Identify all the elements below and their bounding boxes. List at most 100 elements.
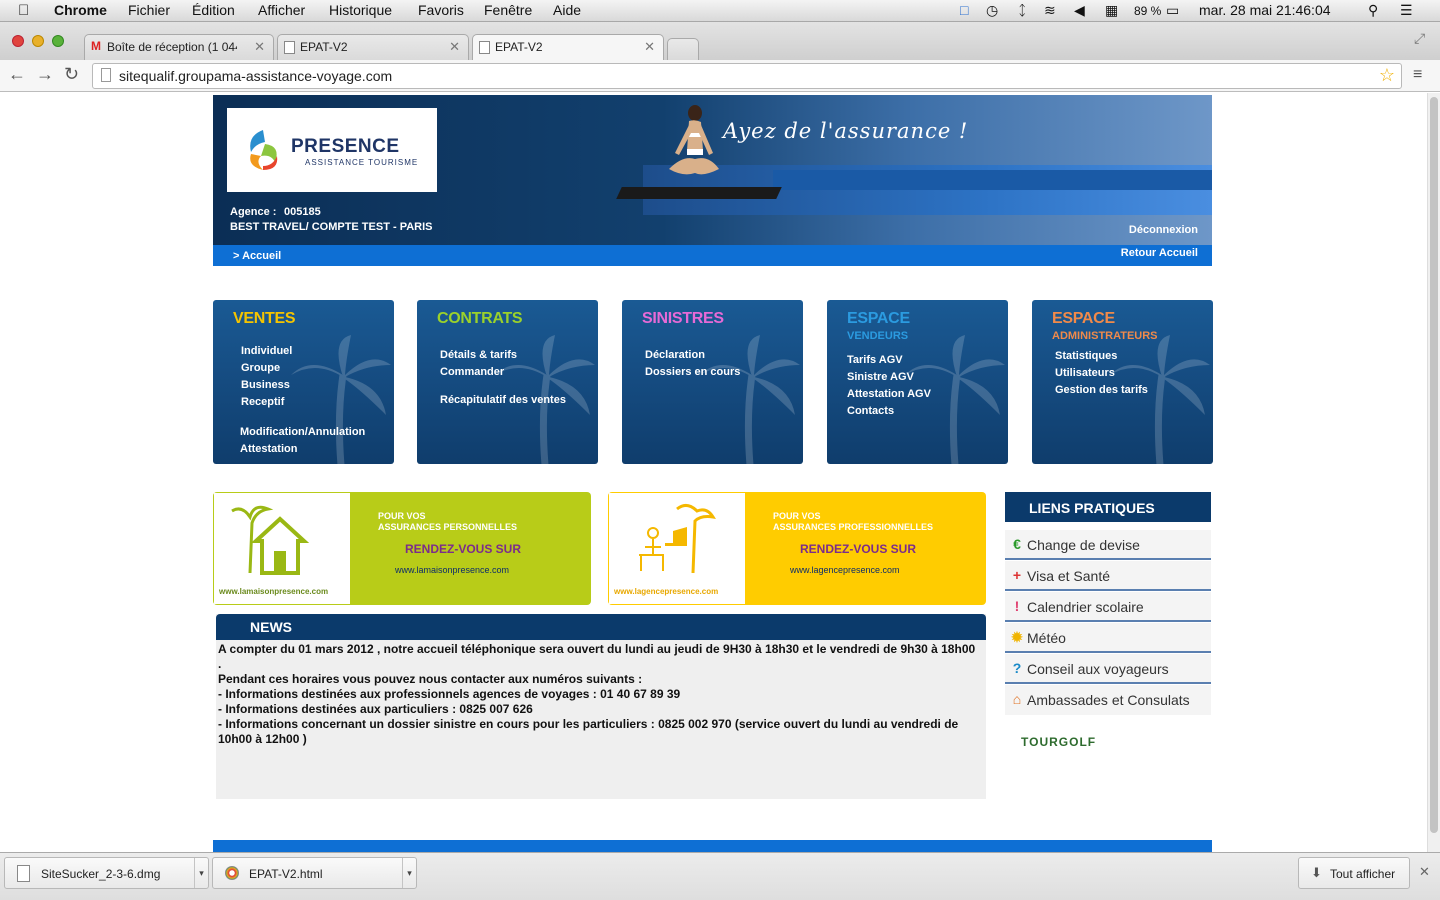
link-commander[interactable]: Commander [440, 366, 504, 378]
menu-fichier[interactable]: Fichier [128, 2, 170, 18]
lien-ambassades[interactable]: ⌂ Ambassades et Consulats [1005, 685, 1211, 715]
link-recapitulatif[interactable]: Récapitulatif des ventes [440, 394, 566, 406]
palm-tree-icon [700, 335, 800, 464]
menu-favoris[interactable]: Favoris [418, 2, 464, 18]
lien-change-devise[interactable]: € Change de devise [1005, 530, 1211, 560]
url-text[interactable]: sitequalif.groupama-assistance-voyage.co… [119, 68, 392, 84]
box-title: ESPACE [847, 310, 910, 327]
liens-title: LIENS PRATIQUES [1029, 500, 1155, 516]
breadcrumb[interactable]: > Accueil [233, 250, 281, 262]
link-modification[interactable]: Modification/Annulation [240, 426, 365, 438]
volume-icon[interactable]: ◀ [1074, 2, 1085, 19]
download-name: EPAT-V2.html [249, 867, 323, 881]
chrome-menu-icon[interactable]: ≡ [1413, 66, 1422, 84]
lien-label: Change de devise [1027, 537, 1140, 553]
menu-boxes: VENTES Individuel Groupe Business Recept… [213, 300, 1213, 465]
banner-agence-presence[interactable]: www.lagencepresence.com POUR VOS ASSURAN… [608, 492, 986, 605]
apple-icon[interactable]:  [18, 2, 29, 19]
link-groupe[interactable]: Groupe [241, 362, 280, 374]
site-footer-bar [213, 840, 1212, 852]
box-espace-vendeurs: ESPACE VENDEURS Tarifs AGV Sinistre AGV … [827, 300, 1008, 464]
chevron-down-icon[interactable]: ▾ [402, 858, 416, 888]
lien-meteo[interactable]: ✹ Météo [1005, 623, 1211, 653]
forward-icon[interactable]: → [36, 64, 54, 85]
retour-accueil-link[interactable]: Retour Accueil [1121, 247, 1198, 259]
link-individuel[interactable]: Individuel [241, 345, 292, 357]
tab-epat-1[interactable]: EPAT-V2 ✕ [277, 34, 469, 60]
banner-url[interactable]: www.lamaisonpresence.com [395, 565, 509, 575]
link-utilisateurs[interactable]: Utilisateurs [1055, 367, 1115, 379]
link-contacts[interactable]: Contacts [847, 405, 894, 417]
new-tab-button[interactable] [667, 38, 699, 60]
tab-gmail[interactable]: M Boîte de réception (1 044) ✕ [84, 34, 274, 60]
star-icon[interactable]: ☆ [1379, 65, 1395, 86]
notification-icon[interactable]: ☰ [1400, 2, 1413, 19]
download-item[interactable]: SiteSucker_2-3-6.dmg ▾ [4, 857, 209, 889]
box-title: CONTRATS [437, 310, 523, 327]
battery-icon[interactable]: ▭ [1166, 2, 1179, 19]
lien-label: Conseil aux voyageurs [1027, 661, 1169, 677]
tourgolf-logo[interactable]: TOURGOLF [1021, 735, 1096, 749]
zoom-button[interactable] [52, 35, 64, 47]
menu-historique[interactable]: Historique [329, 2, 392, 18]
close-icon[interactable]: ✕ [644, 39, 655, 55]
menu-afficher[interactable]: Afficher [258, 2, 305, 18]
download-name: SiteSucker_2-3-6.dmg [41, 867, 161, 881]
bluetooth-icon[interactable]: ᛨ [1018, 2, 1026, 18]
liens-header: LIENS PRATIQUES [1005, 492, 1211, 522]
link-dossiers-en-cours[interactable]: Dossiers en cours [645, 366, 740, 378]
menu-aide[interactable]: Aide [553, 2, 581, 18]
link-details-tarifs[interactable]: Détails & tarifs [440, 349, 517, 361]
desk-icon [639, 504, 716, 574]
lien-conseil-voyageurs[interactable]: ? Conseil aux voyageurs [1005, 654, 1211, 684]
keyboard-icon[interactable]: ▦ [1105, 2, 1118, 19]
banner-logo-url: www.lamaisonpresence.com [219, 587, 329, 596]
link-declaration[interactable]: Déclaration [645, 349, 705, 361]
nav-strip: > Accueil Retour Accueil [213, 245, 1212, 266]
link-business[interactable]: Business [241, 379, 290, 391]
link-tarifs-agv[interactable]: Tarifs AGV [847, 354, 903, 366]
reload-icon[interactable]: ↻ [64, 64, 79, 85]
tab-epat-2[interactable]: EPAT-V2 ✕ [472, 34, 664, 60]
menu-fenetre[interactable]: Fenêtre [484, 2, 532, 18]
address-bar[interactable]: sitequalif.groupama-assistance-voyage.co… [92, 63, 1402, 89]
chevron-down-icon[interactable]: ▾ [194, 858, 208, 888]
banner-text-area: POUR VOS ASSURANCES PERSONNELLES RENDEZ-… [350, 492, 591, 605]
close-icon[interactable]: ✕ [449, 39, 460, 55]
link-attestation[interactable]: Attestation [240, 443, 297, 455]
download-item[interactable]: EPAT-V2.html ▾ [212, 857, 417, 889]
banner-maison-presence[interactable]: www.lamaisonpresence.com POUR VOS ASSURA… [213, 492, 591, 605]
tab-strip: M Boîte de réception (1 044) ✕ EPAT-V2 ✕… [0, 22, 1440, 60]
link-statistiques[interactable]: Statistiques [1055, 350, 1117, 362]
spotlight-icon[interactable]: ⚲ [1368, 2, 1378, 19]
menu-edition[interactable]: Édition [192, 2, 235, 18]
back-icon[interactable]: ← [8, 64, 26, 85]
lien-calendrier-scolaire[interactable]: ! Calendrier scolaire [1005, 592, 1211, 622]
close-icon[interactable]: ✕ [254, 39, 265, 55]
deconnexion-link[interactable]: Déconnexion [1129, 224, 1198, 236]
fullscreen-icon[interactable]: ⤢ [1414, 30, 1425, 47]
lien-visa-sante[interactable]: + Visa et Santé [1005, 561, 1211, 591]
scrollbar-thumb[interactable] [1430, 97, 1438, 833]
time-machine-icon[interactable]: ◷ [986, 2, 998, 19]
link-attestation-agv[interactable]: Attestation AGV [847, 388, 931, 400]
link-receptif[interactable]: Receptif [241, 396, 284, 408]
wifi-icon[interactable]: ≋ [1044, 2, 1056, 19]
skype-icon[interactable]: □ [960, 2, 968, 18]
banner-line1: POUR VOS [378, 511, 426, 521]
news-line: - Informations concernant un dossier sin… [218, 717, 959, 746]
clock[interactable]: mar. 28 mai 21:46:04 [1199, 2, 1331, 18]
link-gestion-tarifs[interactable]: Gestion des tarifs [1055, 384, 1148, 396]
vertical-scrollbar[interactable] [1427, 93, 1440, 852]
box-sinistres: SINISTRES Déclaration Dossiers en cours [622, 300, 803, 464]
menu-app-name[interactable]: Chrome [54, 2, 107, 18]
show-all-downloads-button[interactable]: ⬇ Tout afficher [1298, 857, 1410, 889]
minimize-button[interactable] [32, 35, 44, 47]
tab-title: EPAT-V2 [495, 40, 543, 54]
news-header: NEWS [216, 614, 986, 640]
palm-tree-icon [1110, 335, 1210, 464]
close-downloads-icon[interactable]: ✕ [1419, 864, 1430, 880]
presence-logo[interactable]: PRESENCE ASSISTANCE TOURISME [227, 108, 437, 192]
banner-url[interactable]: www.lagencepresence.com [790, 565, 900, 575]
link-sinistre-agv[interactable]: Sinistre AGV [847, 371, 914, 383]
